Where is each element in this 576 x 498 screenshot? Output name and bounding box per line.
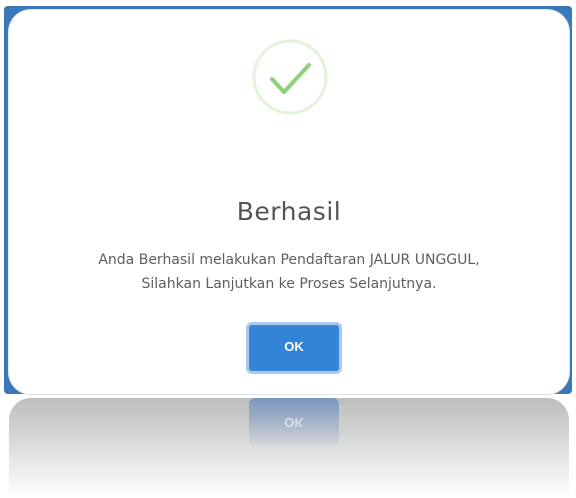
screen: Berhasil Anda Berhasil melakukan Pendaft… <box>0 0 576 498</box>
success-check-icon <box>250 37 330 117</box>
ok-button-reflection: OK <box>249 398 339 446</box>
dialog-message: Anda Berhasil melakukan Pendaftaran JALU… <box>29 248 549 296</box>
dialog-title: Berhasil <box>236 197 342 226</box>
dialog-message-line: Silahkan Lanjutkan ke Proses Selanjutnya… <box>141 276 437 292</box>
success-dialog: Berhasil Anda Berhasil melakukan Pendaft… <box>9 10 569 394</box>
dialog-message-line: Anda Berhasil melakukan Pendaftaran JALU… <box>98 252 480 268</box>
ok-button-label: OK <box>251 327 337 369</box>
dialog-reflection: OK <box>9 398 569 498</box>
ok-button[interactable]: OK <box>246 322 342 374</box>
